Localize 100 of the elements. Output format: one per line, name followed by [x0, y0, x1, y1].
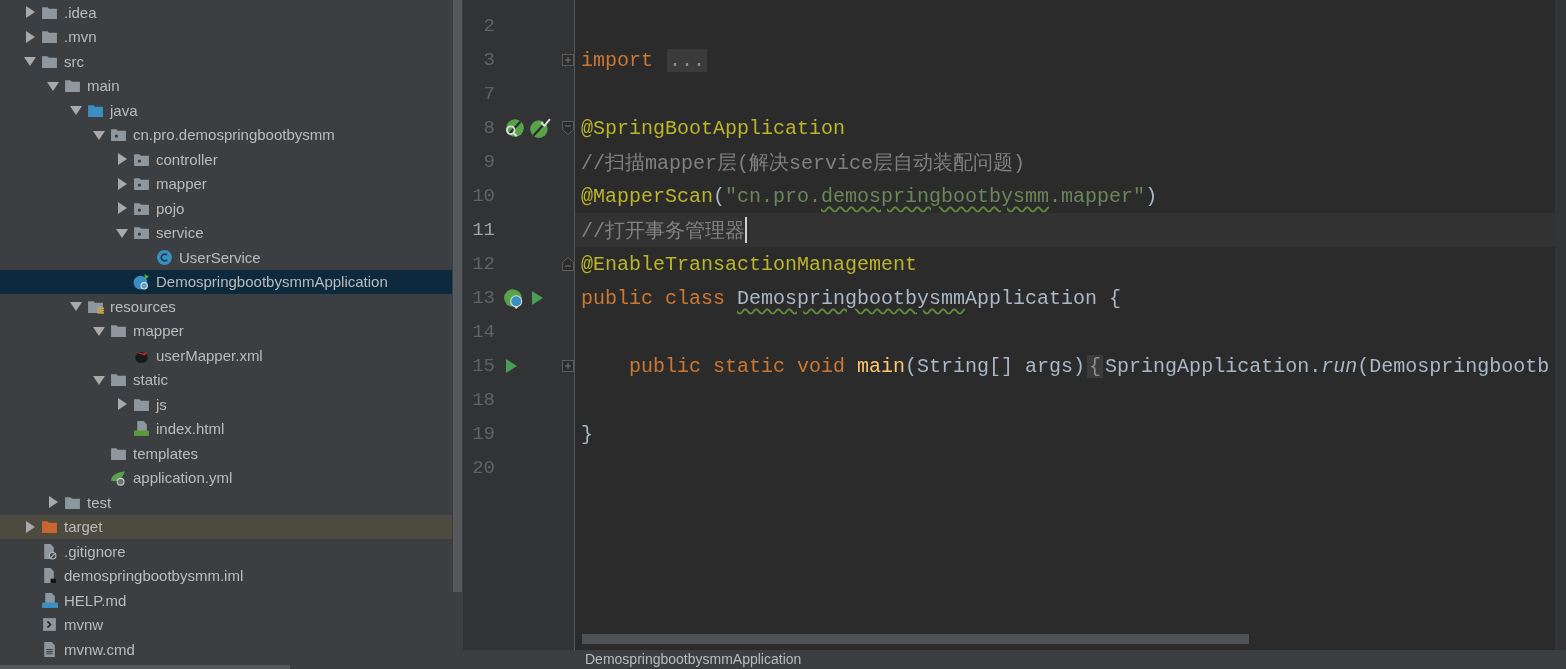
text-cursor [745, 217, 747, 243]
expand-arrow-icon[interactable] [115, 152, 129, 167]
code-text: main [857, 354, 906, 378]
run-icon[interactable] [529, 290, 545, 306]
code-text: public static void [628, 354, 847, 378]
expand-arrow-icon[interactable] [115, 397, 129, 412]
expand-arrow-icon[interactable] [115, 201, 129, 216]
tree-item[interactable]: cn.pro.demospringbootbysmm [0, 122, 452, 147]
expand-arrow-icon[interactable] [46, 495, 60, 510]
tree-item[interactable]: .gitignore [0, 539, 452, 564]
tree-item[interactable]: userMapper.xml [0, 343, 452, 368]
tree-item-label: DemospringbootbysmmApplication [156, 273, 388, 291]
class-icon [133, 273, 150, 291]
tree-item-label: userMapper.xml [156, 346, 263, 364]
tree-item[interactable]: index.html [0, 416, 452, 441]
tree-item-label: .mvn [64, 28, 97, 46]
leaf-gear-icon [110, 469, 127, 487]
tree-item-label: mvnw.cmd [64, 640, 135, 658]
code-text: Application { [965, 286, 1122, 310]
bean-search-icon[interactable] [503, 117, 525, 139]
code-text: SpringApplication. [1105, 354, 1322, 378]
tree-item[interactable]: mvnw [0, 612, 452, 637]
tree-item-label: mvnw [64, 616, 104, 634]
tree-item[interactable]: src [0, 49, 452, 74]
scrollbar-thumb[interactable] [453, 0, 462, 592]
tree-item[interactable]: java [0, 98, 452, 123]
code-text: //打开事务管理器 [581, 218, 745, 244]
tree-item-label: static [133, 371, 168, 389]
tree-item[interactable]: .idea [0, 0, 452, 25]
tree-item[interactable]: .mvn [0, 24, 452, 49]
tree-item-label: main [87, 77, 120, 95]
tree-item-label: service [156, 224, 204, 242]
expand-arrow-icon[interactable] [23, 519, 37, 534]
tree-item[interactable]: resources [0, 294, 452, 319]
tree-item-label: .idea [64, 3, 97, 21]
bean-class-icon[interactable] [503, 287, 525, 309]
tree-item[interactable]: mapper [0, 171, 452, 196]
tree-item-label: test [87, 493, 112, 511]
line-number: 11 [471, 219, 495, 241]
code-text: @SpringBootApplication [581, 116, 846, 140]
code-text: ) [1145, 184, 1158, 208]
expand-arrow-icon[interactable] [115, 176, 129, 191]
tree-item-label: resources [110, 297, 176, 315]
code-text: public class [581, 286, 727, 310]
folder-icon [41, 28, 58, 46]
tree-item-label: mapper [133, 322, 184, 340]
tree-item[interactable]: static [0, 367, 452, 392]
folder-icon [110, 371, 127, 389]
folded-code[interactable]: { [1087, 354, 1104, 378]
expand-arrow-icon[interactable] [23, 29, 37, 44]
code-text: ( [713, 184, 726, 208]
tree-item-label: js [156, 395, 167, 413]
bean-check-icon[interactable] [529, 117, 551, 139]
tree-item-label: src [64, 52, 84, 70]
run-icon[interactable] [503, 358, 519, 374]
tree-item-label: HELP.md [64, 591, 127, 609]
code-text: @MapperScan [581, 184, 714, 208]
class-icon [156, 248, 173, 266]
code-text: import [581, 48, 654, 72]
package-folder-icon [110, 126, 127, 144]
tree-item[interactable]: main [0, 73, 452, 98]
tree-item[interactable]: target [0, 514, 452, 539]
tree-item-label: pojo [156, 199, 185, 217]
folder-icon [110, 322, 127, 340]
tree-item[interactable]: templates [0, 441, 452, 466]
package-folder-icon [133, 175, 150, 193]
fold-expand-icon[interactable] [562, 54, 574, 66]
tree-item-label: UserService [179, 248, 261, 266]
code-text: Demospringbootbysmm [737, 286, 966, 310]
code-text: //扫描mapper层(解决service层自动装配问题) [581, 150, 1026, 176]
code-text: } [581, 422, 593, 446]
tree-item[interactable]: js [0, 392, 452, 417]
tree-item[interactable]: controller [0, 147, 452, 172]
tree-item-label: application.yml [133, 469, 233, 487]
breadcrumb[interactable]: DemospringbootbysmmApplication [585, 650, 802, 669]
tree-item-label: .gitignore [64, 542, 126, 560]
tree-item-label: templates [133, 444, 199, 462]
tree-item[interactable]: test [0, 490, 452, 515]
scrollbar-thumb[interactable] [582, 634, 1249, 644]
tree-item[interactable]: DemospringbootbysmmApplication [0, 269, 452, 294]
tree-item[interactable]: HELP.md [0, 588, 452, 613]
tree-item-label: cn.pro.demospringbootbysmm [133, 126, 335, 144]
tree-item[interactable]: pojo [0, 196, 452, 221]
tree-item[interactable]: service [0, 220, 452, 245]
code-text: demospringbootbysmm [821, 184, 1050, 208]
ignore-file-icon [41, 542, 58, 560]
tree-item[interactable]: UserService [0, 245, 452, 270]
tree-item-label: index.html [156, 420, 225, 438]
code-text: "cn.pro. [725, 184, 822, 208]
tree-item-label: java [110, 101, 138, 119]
fold-expand-icon[interactable] [562, 360, 574, 372]
tree-item[interactable]: mvnw.cmd [0, 637, 452, 662]
tree-item[interactable]: application.yml [0, 465, 452, 490]
tree-item[interactable]: mapper [0, 318, 452, 343]
tree-item[interactable]: demospringbootbysmm.iml [0, 563, 452, 588]
code-text: run [1321, 354, 1358, 378]
expand-arrow-icon[interactable] [23, 5, 37, 20]
folder-icon [41, 518, 58, 536]
folded-code[interactable]: ... [667, 48, 708, 72]
tree-item-label: controller [156, 150, 218, 168]
